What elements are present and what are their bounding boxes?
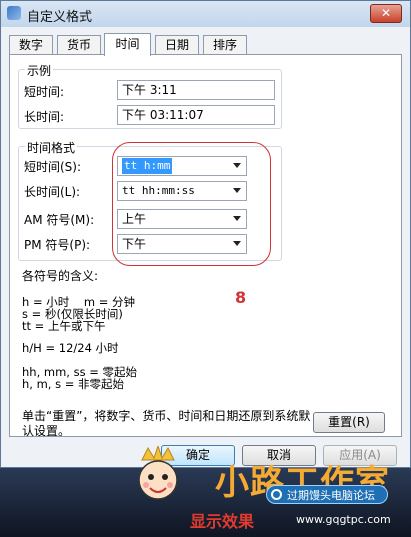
watermark-tagline: 显示效果 — [190, 512, 255, 531]
annotation-number: 8 — [235, 288, 247, 307]
short-time-label: 短时间(S): — [24, 160, 82, 174]
meaning-title: 各符号的含义: — [22, 269, 99, 283]
meaning-line-3: tt = 上午或下午 — [22, 319, 106, 333]
tab-sort[interactable]: 排序 — [203, 35, 247, 54]
time-tab-panel: 示例 短时间: 下午 3:11 长时间: 下午 03:11:07 时间格式 短时… — [9, 54, 402, 438]
meaning-line-4: h/H = 12/24 小时 — [22, 341, 119, 355]
example-title: 示例 — [25, 62, 54, 79]
forum-logo-icon — [271, 489, 282, 500]
close-button[interactable]: ✕ — [370, 4, 402, 23]
red-highlight-loop — [112, 142, 271, 266]
reset-button[interactable]: 重置(R) — [313, 412, 385, 433]
example-long-value: 下午 03:11:07 — [117, 105, 275, 125]
example-long-label: 长时间: — [24, 110, 65, 124]
time-format-title: 时间格式 — [25, 139, 78, 156]
example-group: 示例 短时间: 下午 3:11 长时间: 下午 03:11:07 — [18, 62, 282, 129]
pm-symbol-label: PM 符号(P): — [24, 238, 91, 252]
tab-time[interactable]: 时间 — [104, 33, 151, 56]
mascot-icon — [138, 446, 178, 500]
title-bar: 自定义格式 ✕ — [1, 1, 410, 27]
forum-badge: 过期馒头电脑论坛 — [266, 485, 388, 504]
tab-number[interactable]: 数字 — [9, 35, 53, 54]
watermark-url: www.gqgtpc.com — [296, 513, 391, 526]
example-short-value: 下午 3:11 — [117, 80, 275, 100]
tab-currency[interactable]: 货币 — [57, 35, 101, 54]
example-short-label: 短时间: — [24, 85, 65, 99]
meaning-line-6: h, m, s = 非零起始 — [22, 377, 125, 391]
reset-note: 单击“重置”，将数字、货币、时间和日期还原到系统默认设置。 — [22, 409, 311, 438]
custom-format-dialog: 自定义格式 ✕ 数字 货币 时间 日期 排序 示例 短时间: 下午 3:11 长… — [0, 0, 411, 468]
tab-date[interactable]: 日期 — [155, 35, 199, 54]
long-time-label: 长时间(L): — [24, 185, 81, 199]
window-title: 自定义格式 — [27, 10, 93, 25]
forum-badge-text: 过期馒头电脑论坛 — [287, 489, 375, 502]
control-panel-icon — [7, 6, 21, 20]
am-symbol-label: AM 符号(M): — [24, 213, 95, 227]
